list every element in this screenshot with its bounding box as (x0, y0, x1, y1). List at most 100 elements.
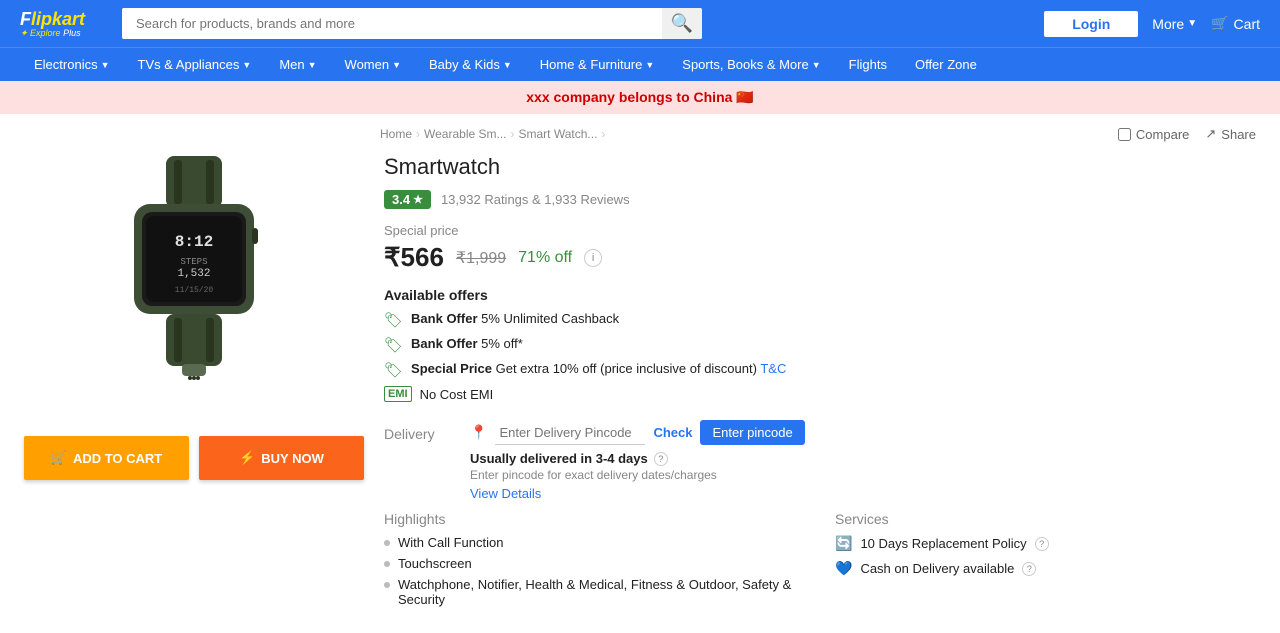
product-title: Smartwatch (384, 154, 1256, 180)
svg-text:STEPS: STEPS (180, 257, 207, 267)
discount-badge: 71% off (518, 249, 572, 267)
delivery-label: Delivery (384, 420, 456, 442)
emi-icon: EMI (384, 386, 412, 402)
breadcrumb: Home › Wearable Sm... › Smart Watch... › (380, 127, 605, 141)
svg-text:11/15/20: 11/15/20 (175, 286, 214, 295)
delivery-section: Delivery 📍 Check Enter pincode Usually d… (384, 416, 1256, 501)
nav-item-sports[interactable]: Sports, Books & More▼ (668, 48, 834, 81)
breadcrumb-sep: › (511, 127, 515, 141)
breadcrumb-bar: Home › Wearable Sm... › Smart Watch... ›… (0, 114, 1280, 146)
delivery-content: 📍 Check Enter pincode Usually delivered … (470, 420, 805, 501)
chevron-icon: ▼ (242, 60, 251, 70)
view-details-link[interactable]: View Details (470, 486, 805, 501)
search-icon[interactable]: 🔍 (662, 8, 702, 39)
cart-button[interactable]: 🛒 Cart (1211, 15, 1260, 32)
service-item-1: 🔄 10 Days Replacement Policy ? (835, 535, 1256, 552)
chevron-icon: ▼ (503, 60, 512, 70)
chevron-icon: ▼ (308, 60, 317, 70)
tnc-link[interactable]: T&C (760, 361, 786, 376)
current-price: ₹566 (384, 242, 444, 273)
delivery-input-row: 📍 Check Enter pincode (470, 420, 805, 445)
enter-pincode-button[interactable]: Enter pincode (700, 420, 804, 445)
chevron-icon: ▼ (645, 60, 654, 70)
services-label: Services (835, 511, 1256, 527)
share-icon: ↗ (1205, 126, 1216, 142)
highlights-services: Highlights With Call Function Touchscree… (384, 511, 1256, 613)
offer-tag-icon: 🏷 (384, 361, 403, 379)
offer-tag-icon: 🏷 (384, 311, 403, 329)
chevron-icon: ▼ (101, 60, 110, 70)
header-right: Login More ▼ 🛒 Cart (1044, 11, 1260, 37)
nav-item-baby[interactable]: Baby & Kids▼ (415, 48, 526, 81)
star-icon: ★ (413, 193, 423, 206)
search-input[interactable] (122, 8, 702, 39)
china-banner: xxx company belongs to China 🇨🇳 (0, 81, 1280, 114)
product-details: Smartwatch 3.4 ★ 13,932 Ratings & 1,933 … (384, 146, 1256, 613)
replacement-icon: 🔄 (835, 535, 852, 552)
more-button[interactable]: More ▼ (1152, 16, 1197, 32)
action-buttons: 🛒 ADD TO CART ⚡ BUY NOW (24, 436, 364, 480)
lightning-icon: ⚡ (239, 450, 255, 466)
nav-item-offer-zone[interactable]: Offer Zone (901, 48, 991, 81)
services-col: Services 🔄 10 Days Replacement Policy ? … (835, 511, 1256, 613)
offer-item-emi: EMI No Cost EMI (384, 386, 1256, 402)
nav-item-men[interactable]: Men▼ (265, 48, 330, 81)
header: Flipkart ✦ Explore Plus 🔍 Login More ▼ 🛒… (0, 0, 1280, 47)
location-icon: 📍 (470, 424, 487, 441)
compare-checkbox[interactable] (1118, 128, 1131, 141)
rating-badge[interactable]: 3.4 ★ (384, 190, 431, 209)
pincode-input[interactable] (495, 421, 645, 445)
main-content: Home › Wearable Sm... › Smart Watch... ›… (0, 114, 1280, 633)
rating-row: 3.4 ★ 13,932 Ratings & 1,933 Reviews (384, 190, 1256, 209)
bullet-icon (384, 582, 390, 588)
offer-item-3: 🏷 Special Price Get extra 10% off (price… (384, 361, 1256, 379)
breadcrumb-watch[interactable]: Smart Watch... (519, 127, 598, 141)
delivery-sub-text: Enter pincode for exact delivery dates/c… (470, 468, 805, 482)
search-bar: 🔍 (122, 8, 702, 39)
breadcrumb-wearable[interactable]: Wearable Sm... (424, 127, 506, 141)
product-area: 8:12 STEPS 1,532 11/15/20 (0, 146, 1280, 633)
nav-item-home[interactable]: Home & Furniture▼ (526, 48, 669, 81)
cod-icon: 💙 (835, 560, 852, 577)
logo: Flipkart ✦ Explore Plus (20, 9, 110, 39)
buy-now-button[interactable]: ⚡ BUY NOW (199, 436, 364, 480)
original-price: ₹1,999 (456, 248, 506, 268)
cart-icon: 🛒 (51, 450, 67, 466)
replacement-help-icon[interactable]: ? (1035, 537, 1049, 551)
more-chevron-icon: ▼ (1187, 18, 1197, 29)
nav: Electronics▼ TVs & Appliances▼ Men▼ Wome… (0, 47, 1280, 81)
check-button[interactable]: Check (653, 425, 692, 440)
login-button[interactable]: Login (1044, 11, 1138, 37)
offer-item-1: 🏷 Bank Offer 5% Unlimited Cashback (384, 311, 1256, 329)
share-button[interactable]: ↗ Share (1205, 126, 1256, 142)
offer-tag-icon: 🏷 (384, 336, 403, 354)
svg-text:1,532: 1,532 (177, 268, 210, 280)
nav-item-electronics[interactable]: Electronics▼ (20, 48, 124, 81)
delivery-help-icon[interactable]: ? (654, 452, 668, 466)
add-to-cart-button[interactable]: 🛒 ADD TO CART (24, 436, 189, 480)
highlight-item-3: Watchphone, Notifier, Health & Medical, … (384, 577, 805, 607)
nav-item-flights[interactable]: Flights (835, 48, 901, 81)
nav-item-women[interactable]: Women▼ (331, 48, 415, 81)
highlights-col: Highlights With Call Function Touchscree… (384, 511, 805, 613)
nav-item-tvs[interactable]: TVs & Appliances▼ (124, 48, 266, 81)
cod-help-icon[interactable]: ? (1022, 562, 1036, 576)
compare-control[interactable]: Compare (1118, 127, 1189, 142)
chevron-icon: ▼ (812, 60, 821, 70)
offer-item-2: 🏷 Bank Offer 5% off* (384, 336, 1256, 354)
reviews-text: 13,932 Ratings & 1,933 Reviews (441, 192, 630, 207)
compare-share: Compare ↗ Share (1118, 126, 1256, 142)
product-image: 8:12 STEPS 1,532 11/15/20 (44, 146, 344, 426)
cart-icon: 🛒 (1211, 15, 1228, 32)
bullet-icon (384, 540, 390, 546)
watch-image: 8:12 STEPS 1,532 11/15/20 (94, 156, 294, 416)
chevron-icon: ▼ (392, 60, 401, 70)
bullet-icon (384, 561, 390, 567)
service-item-2: 💙 Cash on Delivery available ? (835, 560, 1256, 577)
info-icon[interactable]: i (584, 249, 602, 267)
svg-text:8:12: 8:12 (175, 233, 213, 251)
delivery-days: Usually delivered in 3-4 days ? (470, 451, 805, 466)
product-image-col: 8:12 STEPS 1,532 11/15/20 (24, 146, 364, 613)
breadcrumb-home[interactable]: Home (380, 127, 412, 141)
offers-title: Available offers (384, 287, 1256, 303)
